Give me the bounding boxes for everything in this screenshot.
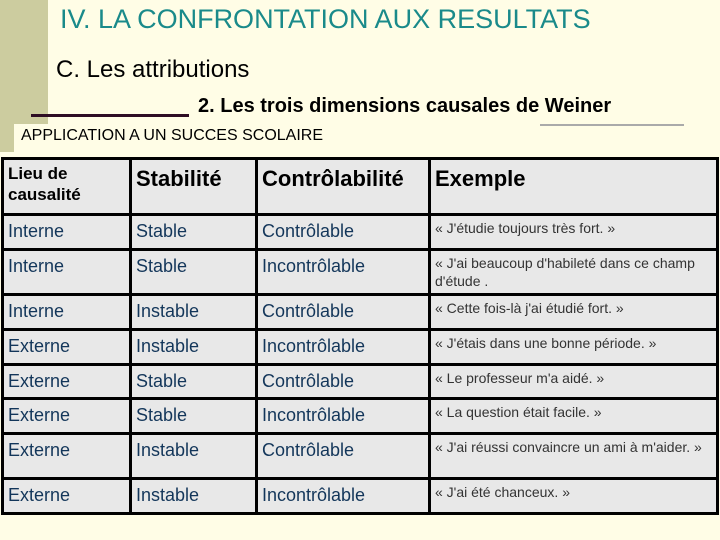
cell-lieu: Interne — [1, 293, 132, 331]
cell-lieu: Interne — [1, 248, 132, 296]
cell-exemple: « J'ai été chanceux. » — [428, 477, 719, 515]
cell-stabilite: Instable — [129, 328, 258, 366]
cell-controlabilite: Incontrôlable — [255, 477, 431, 515]
cell-stabilite: Stable — [129, 248, 258, 296]
application-label: APPLICATION A UN SUCCES SCOLAIRE — [21, 127, 324, 144]
cell-controlabilite: Contrôlable — [255, 363, 431, 400]
table-row: Interne Stable Incontrôlable « J'ai beaucou… — [1, 248, 719, 296]
table-row: Externe Instable Incontrôlable « J'étais da… — [1, 328, 719, 366]
header-exemple: Exemple — [428, 157, 719, 216]
cell-controlabilite: Contrôlable — [255, 432, 431, 480]
table-row: Interne Instable Contrôlable « Cette fois-l… — [1, 293, 719, 331]
cell-exemple: « Cette fois-là j'ai étudié fort. » — [428, 293, 719, 331]
cell-lieu: Externe — [1, 477, 132, 515]
cell-lieu: Externe — [1, 432, 132, 480]
cell-stabilite: Instable — [129, 432, 258, 480]
table-header-row: Lieu de causalité Stabilité Contrôlabili… — [1, 157, 719, 216]
cell-stabilite: Instable — [129, 477, 258, 515]
header-lieu: Lieu de causalité — [1, 157, 132, 216]
attributions-table: Lieu de causalité Stabilité Contrôlabili… — [1, 157, 719, 515]
cell-controlabilite: Incontrôlable — [255, 397, 431, 435]
table-row: Externe Instable Incontrôlable « J'ai été c… — [1, 477, 719, 515]
header-stabilite: Stabilité — [129, 157, 258, 216]
decorative-line — [31, 114, 189, 117]
slide-title: IV. LA CONFRONTATION AUX RESULTATS — [60, 4, 591, 34]
cell-lieu: Externe — [1, 397, 132, 435]
table-row: Interne Stable Contrôlable « J'étudie toujo… — [1, 213, 719, 251]
slide-subtitle: C. Les attributions — [56, 56, 250, 83]
cell-exemple: « J'étais dans une bonne période. » — [428, 328, 719, 366]
section-heading: 2. Les trois dimensions causales de Wein… — [198, 95, 612, 117]
table-row: Externe Stable Incontrôlable « La question … — [1, 397, 719, 435]
cell-stabilite: Instable — [129, 293, 258, 331]
cell-exemple: « La question était facile. » — [428, 397, 719, 435]
cell-lieu: Interne — [1, 213, 132, 251]
cell-exemple: « J'ai réussi convaincre un ami à m'aide… — [428, 432, 719, 480]
cell-lieu: Externe — [1, 363, 132, 400]
cell-controlabilite: Contrôlable — [255, 213, 431, 251]
cell-controlabilite: Incontrôlable — [255, 248, 431, 296]
table-row: Externe Stable Contrôlable « Le professeur … — [1, 363, 719, 400]
decorative-underline — [540, 124, 684, 126]
table-row: Externe Instable Contrôlable « J'ai réussi … — [1, 432, 719, 480]
cell-stabilite: Stable — [129, 397, 258, 435]
cell-stabilite: Stable — [129, 213, 258, 251]
cell-exemple: « J'étudie toujours très fort. » — [428, 213, 719, 251]
header-controlabilite: Contrôlabilité — [255, 157, 431, 216]
cell-exemple: « J'ai beaucoup d'habileté dans ce champ… — [428, 248, 719, 296]
cell-lieu: Externe — [1, 328, 132, 366]
cell-controlabilite: Incontrôlable — [255, 328, 431, 366]
cell-stabilite: Stable — [129, 363, 258, 400]
cell-controlabilite: Contrôlable — [255, 293, 431, 331]
cell-exemple: « Le professeur m'a aidé. » — [428, 363, 719, 400]
